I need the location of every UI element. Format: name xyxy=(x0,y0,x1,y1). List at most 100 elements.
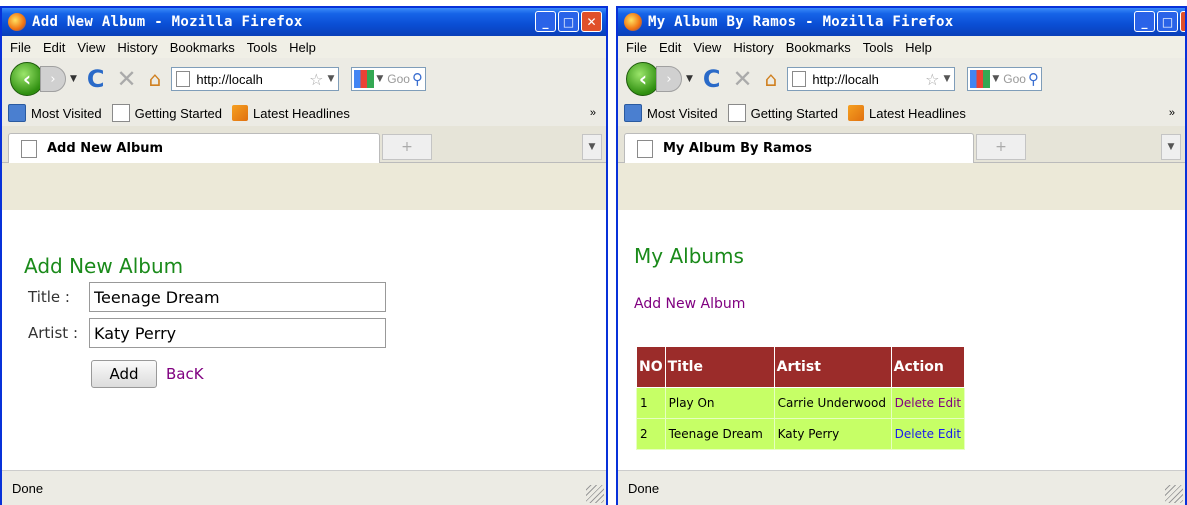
back-arrow-icon[interactable]: ‹ xyxy=(10,62,44,96)
url-bar[interactable]: http://localh ☆ ▼ xyxy=(787,67,956,91)
bookmark-star-icon[interactable]: ☆ xyxy=(309,70,323,89)
column-header-artist: Artist xyxy=(773,346,892,388)
url-dropdown-icon[interactable]: ▼ xyxy=(327,74,334,84)
bookmark-latest-headlines[interactable]: Latest Headlines xyxy=(232,105,350,121)
tab-title: Add New Album xyxy=(47,141,164,156)
history-dropdown-icon[interactable]: ▼ xyxy=(70,74,77,84)
page-icon xyxy=(176,71,191,87)
search-icon[interactable]: ⚲ xyxy=(1028,70,1039,88)
menu-help[interactable]: Help xyxy=(905,40,932,55)
column-header-action: Action xyxy=(890,346,966,388)
menu-help[interactable]: Help xyxy=(289,40,316,55)
bookmark-latest-headlines[interactable]: Latest Headlines xyxy=(848,105,966,121)
navigation-toolbar: ‹ › ▼ C ✕ ⌂ http://localh ☆ ▼ ▼ Goo ⚲ xyxy=(618,58,1185,100)
forward-arrow-icon[interactable]: › xyxy=(40,66,66,92)
page-heading: Add New Album xyxy=(24,254,184,278)
reload-icon[interactable]: C xyxy=(87,65,105,93)
menu-file[interactable]: File xyxy=(626,40,647,55)
url-text: http://localh xyxy=(196,71,263,87)
new-tab-icon[interactable]: + xyxy=(382,134,432,160)
bookmark-most-visited[interactable]: Most Visited xyxy=(624,104,718,122)
status-text: Done xyxy=(628,480,660,496)
bookmark-getting-started[interactable]: Getting Started xyxy=(111,104,222,122)
page-icon xyxy=(21,139,37,158)
close-icon[interactable]: ✕ xyxy=(581,11,602,32)
add-new-album-link[interactable]: Add New Album xyxy=(634,296,745,312)
bookmark-most-visited[interactable]: Most Visited xyxy=(8,104,102,122)
tab-bar: My Album By Ramos + ▼ xyxy=(618,126,1185,163)
title-bar[interactable]: My Album By Ramos - Mozilla Firefox _ □ … xyxy=(618,8,1185,36)
cell-no: 1 xyxy=(636,387,666,419)
bookmark-star-icon[interactable]: ☆ xyxy=(925,70,939,89)
maximize-icon[interactable]: □ xyxy=(558,11,579,32)
title-input[interactable] xyxy=(89,282,386,312)
table-row: 2 Teenage Dream Katy Perry Delete Edit xyxy=(636,418,966,450)
menu-tools[interactable]: Tools xyxy=(863,40,893,55)
search-box[interactable]: ▼ Goo ⚲ xyxy=(967,67,1042,91)
home-icon[interactable]: ⌂ xyxy=(149,67,162,91)
tab-list-dropdown-icon[interactable]: ▼ xyxy=(1161,134,1181,160)
menu-history[interactable]: History xyxy=(733,40,773,55)
search-engine-dropdown-icon[interactable]: ▼ xyxy=(992,74,999,84)
menu-view[interactable]: View xyxy=(77,40,105,55)
page-icon xyxy=(637,139,653,158)
tab-my-album-by-ramos[interactable]: My Album By Ramos xyxy=(624,133,974,163)
search-icon[interactable]: ⚲ xyxy=(412,70,423,88)
home-icon[interactable]: ⌂ xyxy=(765,67,778,91)
edit-link[interactable]: Edit xyxy=(938,396,961,410)
resize-grip-icon[interactable] xyxy=(586,485,604,503)
minimize-icon[interactable]: _ xyxy=(535,11,556,32)
close-icon[interactable]: ✕ xyxy=(1180,11,1185,32)
search-box[interactable]: ▼ Goo ⚲ xyxy=(351,67,426,91)
bookmarks-toolbar: Most Visited Getting Started Latest Head… xyxy=(2,100,606,126)
forward-arrow-icon[interactable]: › xyxy=(656,66,682,92)
resize-grip-icon[interactable] xyxy=(1165,485,1183,503)
title-bar[interactable]: Add New Album - Mozilla Firefox _ □ ✕ xyxy=(2,8,606,36)
bookmarks-overflow-icon[interactable]: » xyxy=(1169,107,1175,119)
search-engine-dropdown-icon[interactable]: ▼ xyxy=(376,74,383,84)
search-placeholder: Goo xyxy=(387,72,410,86)
firefox-window-my-albums: My Album By Ramos - Mozilla Firefox _ □ … xyxy=(616,6,1187,505)
page-content: My Albums Add New Album NO Title Artist … xyxy=(618,210,1185,471)
stop-icon[interactable]: ✕ xyxy=(117,65,137,93)
menu-bookmarks[interactable]: Bookmarks xyxy=(786,40,851,55)
menu-edit[interactable]: Edit xyxy=(43,40,65,55)
bookmarks-overflow-icon[interactable]: » xyxy=(590,107,596,119)
most-visited-icon xyxy=(624,104,642,122)
reload-icon[interactable]: C xyxy=(703,65,721,93)
window-controls: _ □ ✕ xyxy=(535,11,602,32)
table-row: 1 Play On Carrie Underwood Delete Edit xyxy=(636,387,966,419)
cell-action: Delete Edit xyxy=(890,418,966,450)
delete-link[interactable]: Delete xyxy=(895,396,934,410)
google-icon[interactable] xyxy=(354,70,375,88)
new-tab-icon[interactable]: + xyxy=(976,134,1026,160)
minimize-icon[interactable]: _ xyxy=(1134,11,1155,32)
artist-input[interactable] xyxy=(89,318,386,348)
menu-file[interactable]: File xyxy=(10,40,31,55)
rss-icon xyxy=(848,105,865,121)
menu-history[interactable]: History xyxy=(117,40,157,55)
back-link[interactable]: BacK xyxy=(166,365,204,383)
bookmarks-toolbar: Most Visited Getting Started Latest Head… xyxy=(618,100,1185,126)
url-bar[interactable]: http://localh ☆ ▼ xyxy=(171,67,340,91)
stop-icon[interactable]: ✕ xyxy=(733,65,753,93)
menu-tools[interactable]: Tools xyxy=(247,40,277,55)
add-button[interactable]: Add xyxy=(91,360,157,388)
maximize-icon[interactable]: □ xyxy=(1157,11,1178,32)
delete-link[interactable]: Delete xyxy=(895,427,934,441)
tab-add-new-album[interactable]: Add New Album xyxy=(8,133,380,163)
google-icon[interactable] xyxy=(970,70,991,88)
menu-bookmarks[interactable]: Bookmarks xyxy=(170,40,235,55)
firefox-logo-icon xyxy=(8,13,26,31)
history-dropdown-icon[interactable]: ▼ xyxy=(686,74,693,84)
url-text: http://localh xyxy=(812,71,879,87)
menu-edit[interactable]: Edit xyxy=(659,40,681,55)
bookmark-getting-started[interactable]: Getting Started xyxy=(727,104,838,122)
back-arrow-icon[interactable]: ‹ xyxy=(626,62,660,96)
edit-link[interactable]: Edit xyxy=(938,427,961,441)
albums-table: NO Title Artist Action 1 Play On Carrie … xyxy=(636,346,966,450)
window-title: My Album By Ramos - Mozilla Firefox xyxy=(648,14,954,30)
menu-view[interactable]: View xyxy=(693,40,721,55)
url-dropdown-icon[interactable]: ▼ xyxy=(943,74,950,84)
tab-list-dropdown-icon[interactable]: ▼ xyxy=(582,134,602,160)
